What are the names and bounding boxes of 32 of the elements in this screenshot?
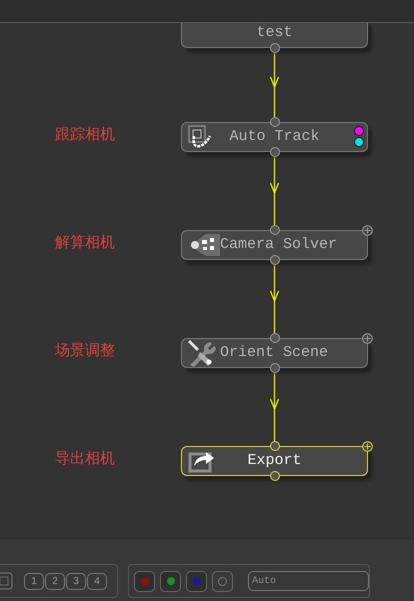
plus-icon[interactable] (362, 225, 373, 236)
channel-button[interactable] (212, 570, 233, 592)
node-annotation: 场景调整 (55, 341, 115, 361)
graph-node[interactable]: Camera Solver (181, 230, 368, 260)
mode-dropdown[interactable]: Auto (248, 571, 369, 591)
channel-button[interactable] (160, 570, 181, 592)
graph-node[interactable]: Orient Scene (181, 338, 368, 368)
view-button[interactable]: 4 (87, 572, 107, 590)
ring-icon (218, 576, 227, 586)
plus-icon[interactable] (362, 333, 373, 344)
node-label: Auto Track (228, 128, 320, 146)
graph-node[interactable]: test (181, 23, 368, 48)
node-port[interactable] (270, 333, 280, 343)
channel-button[interactable] (186, 570, 207, 592)
node-label: Export (246, 452, 302, 470)
node-annotation: 导出相机 (55, 449, 115, 469)
view-button[interactable]: 3 (66, 572, 86, 590)
node-label: Camera Solver (220, 236, 338, 254)
plus-icon[interactable] (362, 441, 373, 452)
node-label: Orient Scene (220, 344, 328, 362)
node-label: test (255, 24, 294, 42)
node-port[interactable] (270, 225, 280, 235)
node-port[interactable] (270, 441, 280, 451)
view-button[interactable]: 2 (45, 572, 65, 590)
node-annotation: 解算相机 (55, 233, 115, 253)
graph-node[interactable]: Export (181, 446, 368, 476)
node-port[interactable] (270, 117, 280, 127)
monitor-icon[interactable] (0, 571, 14, 591)
graph-node[interactable]: Auto Track (181, 122, 368, 152)
node-annotation: 跟踪相机 (55, 125, 115, 145)
view-button[interactable]: 1 (24, 572, 44, 590)
channel-button[interactable] (134, 570, 155, 592)
